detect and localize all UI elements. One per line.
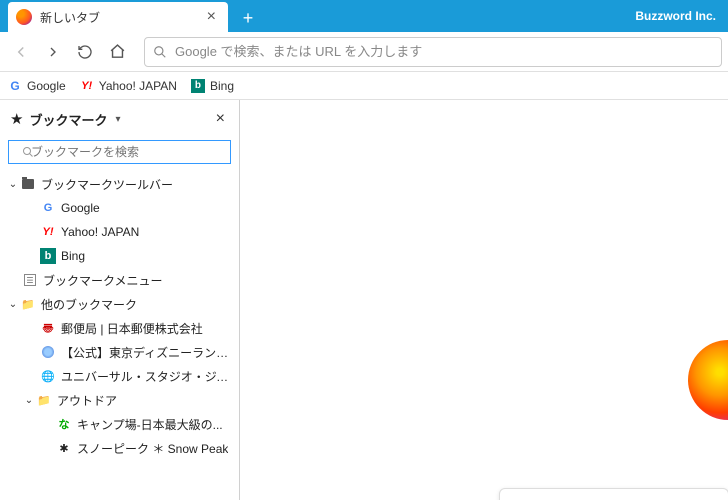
bookmark-label: Bing: [210, 79, 234, 93]
sidebar-header: ★ ブックマーク ▾ ×: [0, 100, 239, 138]
bookmarks-tree: ⌄ ブックマークツールバー G Google Y! Yahoo! JAPAN b…: [0, 172, 239, 500]
snowpeak-icon: ✱: [56, 440, 72, 456]
camp-icon: な: [56, 416, 72, 432]
bookmark-label: Google: [27, 79, 66, 93]
tree-item-bing[interactable]: b Bing: [0, 244, 239, 268]
main-area: ★ ブックマーク ▾ × ⌄ ブックマークツールバー G Google Y!: [0, 100, 728, 500]
bing-icon: b: [40, 248, 56, 264]
yahoo-icon: Y!: [40, 224, 56, 240]
tree-label: Bing: [61, 249, 85, 263]
folder-icon: [20, 176, 36, 192]
titlebar: 新しいタブ × + Buzzword Inc.: [0, 0, 728, 32]
jppost-icon: 〠: [40, 320, 56, 336]
bookmarks-sidebar: ★ ブックマーク ▾ × ⌄ ブックマークツールバー G Google Y!: [0, 100, 240, 500]
content-area: G: [240, 100, 728, 500]
tree-item-disney[interactable]: 【公式】東京ディズニーランド | ...: [0, 340, 239, 364]
window-title: Buzzword Inc.: [635, 9, 728, 23]
tree-label: アウトドア: [57, 392, 117, 409]
folder-bookmarks-menu[interactable]: ☰ ブックマークメニュー: [0, 268, 239, 292]
firefox-logo: [688, 340, 728, 420]
tree-label: 他のブックマーク: [41, 296, 137, 313]
forward-button[interactable]: [38, 37, 68, 67]
folder-bookmarks-toolbar[interactable]: ⌄ ブックマークツールバー: [0, 172, 239, 196]
tree-label: ブックマークツールバー: [41, 176, 173, 193]
url-bar[interactable]: [144, 37, 722, 67]
tree-item-jppost[interactable]: 〠 郵便局 | 日本郵便株式会社: [0, 316, 239, 340]
menu-folder-icon: ☰: [22, 272, 38, 288]
sidebar-title: ブックマーク: [29, 110, 107, 129]
google-icon: G: [8, 79, 22, 93]
bing-icon: b: [191, 79, 205, 93]
sidebar-search: [8, 140, 231, 164]
new-tab-button[interactable]: +: [234, 4, 262, 32]
tree-label: 【公式】東京ディズニーランド | ...: [61, 344, 233, 361]
tree-label: Google: [61, 201, 100, 215]
web-search-box[interactable]: G: [499, 488, 728, 500]
tree-item-camp[interactable]: な キャンプ場-日本最大級の...: [0, 412, 239, 436]
yahoo-icon: Y!: [80, 79, 94, 93]
reload-button[interactable]: [70, 37, 100, 67]
google-icon: G: [40, 200, 56, 216]
tree-label: ブックマークメニュー: [43, 272, 163, 289]
back-button: [6, 37, 36, 67]
globe-icon: 🌐: [40, 368, 56, 384]
folder-icon: 📁: [20, 296, 36, 312]
tree-item-yahoo[interactable]: Y! Yahoo! JAPAN: [0, 220, 239, 244]
tree-label: キャンプ場-日本最大級の...: [77, 416, 223, 433]
tree-item-usj[interactable]: 🌐 ユニバーサル・スタジオ・ジャパン...: [0, 364, 239, 388]
sidebar-search-input[interactable]: [8, 140, 231, 164]
chevron-down-icon[interactable]: ▾: [115, 114, 120, 125]
twisty-open-icon[interactable]: ⌄: [6, 299, 20, 310]
tree-label: スノーピーク ＊ Snow Peak: [77, 440, 228, 457]
url-input[interactable]: [175, 44, 713, 59]
folder-other-bookmarks[interactable]: ⌄ 📁 他のブックマーク: [0, 292, 239, 316]
bookmark-bing[interactable]: b Bing: [191, 79, 234, 93]
tree-item-snowpeak[interactable]: ✱ スノーピーク ＊ Snow Peak: [0, 436, 239, 460]
firefox-icon: [16, 9, 32, 25]
bookmarks-toolbar: G Google Y! Yahoo! JAPAN b Bing: [0, 72, 728, 100]
twisty-open-icon[interactable]: ⌄: [6, 179, 20, 190]
bookmark-google[interactable]: G Google: [8, 79, 66, 93]
tab-title: 新しいタブ: [40, 9, 203, 26]
tree-item-google[interactable]: G Google: [0, 196, 239, 220]
navigation-toolbar: [0, 32, 728, 72]
star-icon: ★: [10, 110, 23, 128]
tree-label: Yahoo! JAPAN: [61, 225, 139, 239]
tree-label: 郵便局 | 日本郵便株式会社: [61, 320, 203, 337]
search-icon: [153, 45, 167, 59]
twisty-open-icon[interactable]: ⌄: [22, 395, 36, 406]
browser-tab[interactable]: 新しいタブ ×: [8, 2, 228, 32]
folder-icon: 📁: [36, 392, 52, 408]
bookmark-yahoo[interactable]: Y! Yahoo! JAPAN: [80, 79, 177, 93]
folder-outdoor[interactable]: ⌄ 📁 アウトドア: [0, 388, 239, 412]
disney-icon: [40, 344, 56, 360]
tab-close-button[interactable]: ×: [203, 8, 220, 26]
bookmark-label: Yahoo! JAPAN: [99, 79, 177, 93]
home-button[interactable]: [102, 37, 132, 67]
sidebar-close-button[interactable]: ×: [212, 110, 229, 128]
tree-label: ユニバーサル・スタジオ・ジャパン...: [61, 368, 233, 385]
